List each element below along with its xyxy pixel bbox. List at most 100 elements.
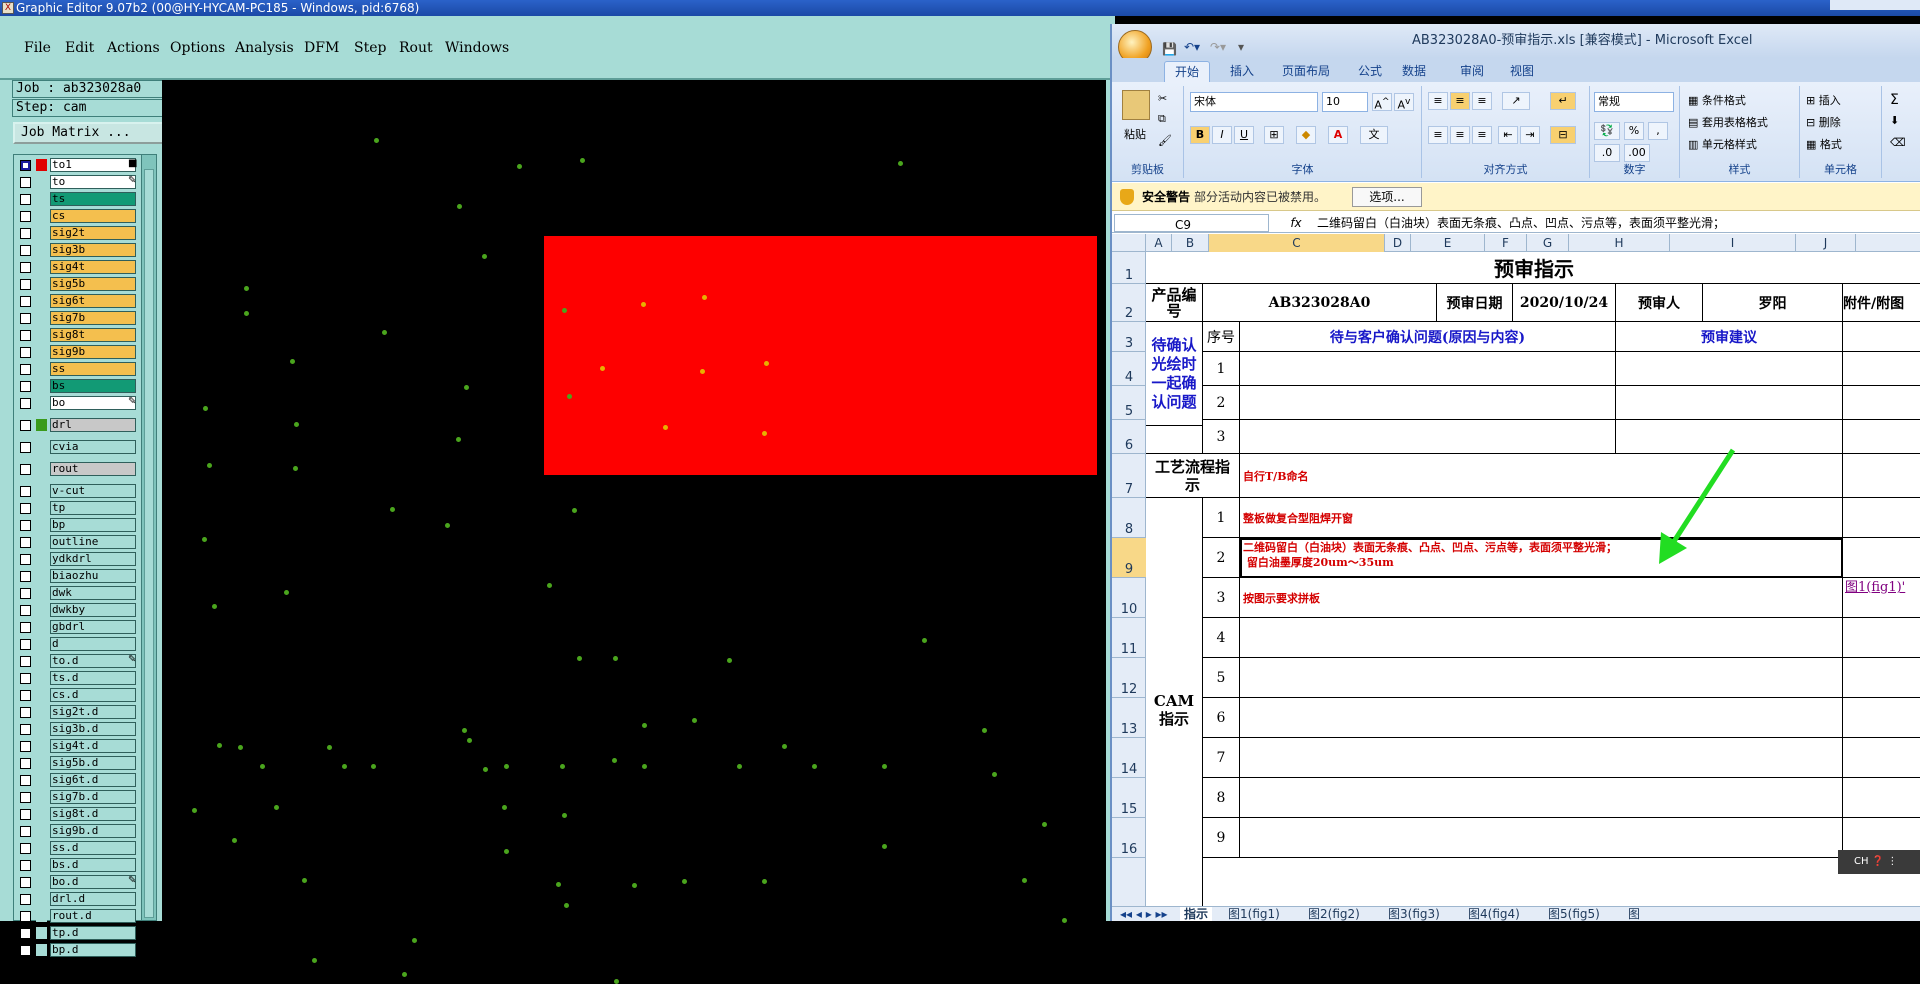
row-header-2[interactable]: 2 <box>1112 284 1146 322</box>
layer-checkbox[interactable] <box>20 381 31 392</box>
layer-name[interactable]: sig4t <box>50 260 136 274</box>
layer-row-sig5b-d[interactable]: sig5b.d <box>14 755 144 771</box>
layer-name[interactable]: bo <box>50 396 136 410</box>
layer-checkbox[interactable] <box>20 588 31 599</box>
layer-color-swatch[interactable] <box>36 363 47 375</box>
tab-home[interactable]: 开始 <box>1164 61 1211 82</box>
merge-center-icon[interactable]: ⊟ <box>1550 126 1576 144</box>
layer-name[interactable]: sig2t.d <box>50 705 136 719</box>
layer-row-bp-d[interactable]: bp.d <box>14 942 144 958</box>
layer-checkbox[interactable] <box>20 177 31 188</box>
layer-name[interactable]: sig8t.d <box>50 807 136 821</box>
pending-issue-2[interactable] <box>1240 386 1616 420</box>
layer-row-drl-d[interactable]: drl.d <box>14 891 144 907</box>
cam-num-7[interactable]: 7 <box>1203 738 1240 778</box>
align-bottom-icon[interactable]: ≡ <box>1472 92 1492 110</box>
row-header-14[interactable]: 14 <box>1112 738 1146 778</box>
sheet-tab-more[interactable]: 图 <box>1624 907 1644 921</box>
layer-row-sig8t[interactable]: sig8t <box>14 327 144 343</box>
row-header-15[interactable]: 15 <box>1112 778 1146 818</box>
layer-name[interactable]: ts.d <box>50 671 136 685</box>
layer-checkbox[interactable] <box>20 211 31 222</box>
pending-num-3[interactable]: 3 <box>1203 420 1240 454</box>
layer-color-swatch[interactable] <box>36 485 47 497</box>
sheet-title[interactable]: 预审指示 <box>1146 252 1920 284</box>
layer-name[interactable]: sig4t.d <box>50 739 136 753</box>
layer-row-ss-d[interactable]: ss.d <box>14 840 144 856</box>
font-name-select[interactable]: 宋体 <box>1190 92 1318 112</box>
layer-row-sig4t[interactable]: sig4t <box>14 259 144 275</box>
layer-checkbox[interactable] <box>20 537 31 548</box>
pending-suggestion-2[interactable] <box>1616 386 1843 420</box>
layer-color-swatch[interactable] <box>36 159 47 171</box>
autosum-icon[interactable]: Σ <box>1890 92 1899 108</box>
layer-row-cs-d[interactable]: cs.d <box>14 687 144 703</box>
border-icon[interactable]: ⊞ <box>1264 126 1284 144</box>
layer-name[interactable]: to1 <box>50 158 136 172</box>
layer-name[interactable]: bp.d <box>50 943 136 957</box>
decrease-indent-icon[interactable]: ⇤ <box>1498 126 1518 144</box>
layer-name[interactable]: sig6t.d <box>50 773 136 787</box>
layer-color-swatch[interactable] <box>36 944 47 956</box>
layer-color-swatch[interactable] <box>36 553 47 565</box>
name-box[interactable]: C9 <box>1114 214 1269 232</box>
reviewer-label[interactable]: 预审人 <box>1616 284 1703 322</box>
column-header-d[interactable]: D <box>1385 234 1411 252</box>
layer-list-scrollbar[interactable] <box>141 154 157 921</box>
layer-color-swatch[interactable] <box>36 502 47 514</box>
layer-color-swatch[interactable] <box>36 536 47 548</box>
increase-indent-icon[interactable]: ⇥ <box>1520 126 1540 144</box>
cam-item-5[interactable] <box>1240 658 1843 698</box>
row-header-5[interactable]: 5 <box>1112 386 1146 420</box>
row-header-16[interactable]: 16 <box>1112 818 1146 858</box>
cam-num-6[interactable]: 6 <box>1203 698 1240 738</box>
layer-name[interactable]: sig5b <box>50 277 136 291</box>
layer-checkbox[interactable] <box>20 605 31 616</box>
layer-color-swatch[interactable] <box>36 397 47 409</box>
cam-attach-2[interactable] <box>1843 538 1920 578</box>
sheet-tab-fig2[interactable]: 图2(fig2) <box>1304 907 1364 921</box>
bold-icon[interactable]: B <box>1190 126 1210 144</box>
pending-num-2[interactable]: 2 <box>1203 386 1240 420</box>
comma-icon[interactable]: , <box>1648 122 1668 140</box>
layer-color-swatch[interactable] <box>36 774 47 786</box>
sheet-tab-fig5[interactable]: 图5(fig5) <box>1544 907 1604 921</box>
layer-name[interactable]: tp.d <box>50 926 136 940</box>
product-no-label[interactable]: 产品编号 <box>1146 284 1203 322</box>
layer-color-swatch[interactable] <box>36 419 47 431</box>
sheet-tab-fig4[interactable]: 图4(fig4) <box>1464 907 1524 921</box>
layer-name[interactable]: tp <box>50 501 136 515</box>
row-header-13[interactable]: 13 <box>1112 698 1146 738</box>
column-header-c[interactable]: C <box>1209 234 1385 252</box>
layer-row-sig6t-d[interactable]: sig6t.d <box>14 772 144 788</box>
layer-row-biaozhu[interactable]: biaozhu <box>14 568 144 584</box>
layer-row-sig9b[interactable]: sig9b <box>14 344 144 360</box>
layer-color-swatch[interactable] <box>36 244 47 256</box>
row-header-10[interactable]: 10 <box>1112 578 1146 618</box>
layer-name[interactable]: to.d <box>50 654 136 668</box>
cam-attach-6[interactable] <box>1843 698 1920 738</box>
security-options-button[interactable]: 选项... <box>1352 187 1422 207</box>
layer-row-sig8t-d[interactable]: sig8t.d <box>14 806 144 822</box>
layer-color-swatch[interactable] <box>36 463 47 475</box>
cam-label[interactable]: CAM指示 <box>1146 498 1203 921</box>
wrap-text-icon[interactable]: ↵ <box>1550 92 1576 110</box>
layer-checkbox[interactable] <box>20 245 31 256</box>
layer-color-swatch[interactable] <box>36 261 47 273</box>
layer-name[interactable]: sig3b <box>50 243 136 257</box>
review-date-value[interactable]: 2020/10/24 <box>1513 284 1616 322</box>
layer-name[interactable]: bs.d <box>50 858 136 872</box>
layer-row-to-d[interactable]: to.d ✎ <box>14 653 144 669</box>
percent-icon[interactable]: % <box>1624 122 1644 140</box>
cam-num-5[interactable]: 5 <box>1203 658 1240 698</box>
cam-attach-3[interactable]: 图1(fig1)' <box>1843 578 1920 618</box>
row-header-4[interactable]: 4 <box>1112 352 1146 386</box>
layer-row-bo-d[interactable]: bo.d ✎ <box>14 874 144 890</box>
layer-row-ss[interactable]: ss <box>14 361 144 377</box>
layer-name[interactable]: to <box>50 175 136 189</box>
layer-checkbox[interactable] <box>20 707 31 718</box>
review-date-label[interactable]: 预审日期 <box>1437 284 1513 322</box>
product-no-value[interactable]: AB323028A0 <box>1203 284 1437 322</box>
column-header-e[interactable]: E <box>1411 234 1485 252</box>
layer-name[interactable]: bp <box>50 518 136 532</box>
